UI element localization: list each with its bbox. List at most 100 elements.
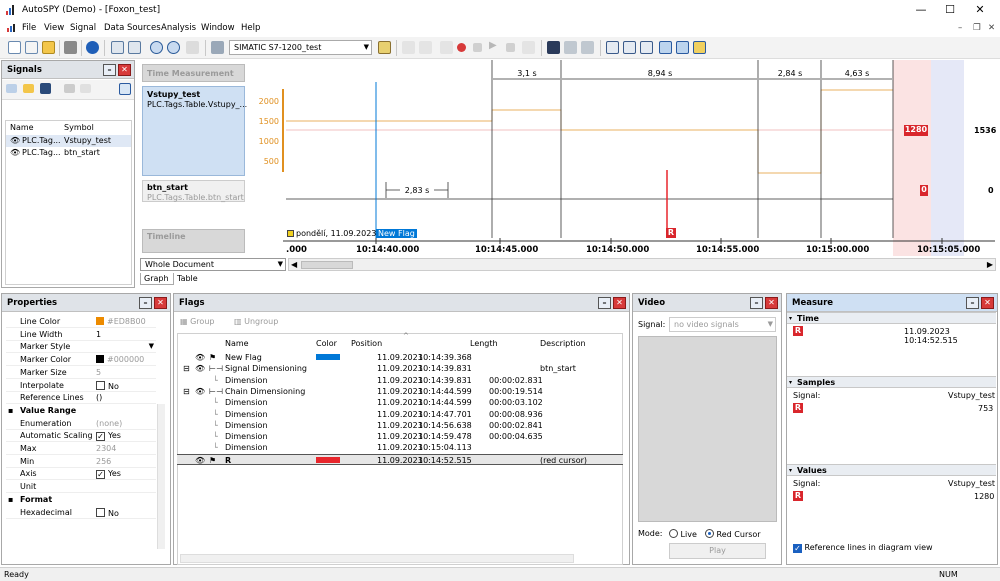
panel-close-button[interactable]: ✕: [613, 297, 626, 309]
play-button[interactable]: Play: [669, 543, 766, 559]
scope-select[interactable]: Whole Document ▼: [140, 258, 286, 271]
property-section[interactable]: ▪ Format: [6, 494, 156, 506]
property-row[interactable]: Marker Size 5: [6, 367, 156, 379]
flag-date: 11.09.2023: [377, 420, 423, 430]
property-value[interactable]: No: [96, 507, 119, 518]
property-row[interactable]: Automatic Scaling ✓ Yes: [6, 430, 156, 443]
property-row[interactable]: Min 256: [6, 456, 156, 468]
measure-panel-header: Measure – ✕: [787, 294, 997, 312]
chevron-down-icon[interactable]: ▼: [149, 342, 154, 350]
table-row[interactable]: └ Dimension 11.09.2023 10:14:39.831 00:00:02…: [177, 375, 623, 386]
property-value[interactable]: 2304: [96, 444, 116, 453]
property-value[interactable]: ✓ Yes: [96, 431, 121, 442]
flag-name: Dimension: [225, 398, 268, 408]
property-row[interactable]: Line Color #ED8B00: [6, 316, 156, 328]
properties-scrollbar[interactable]: [157, 404, 165, 549]
property-row[interactable]: Line Width 1: [6, 329, 156, 341]
property-row[interactable]: Marker Color #000000: [6, 354, 156, 367]
scrollbar-thumb[interactable]: [301, 261, 353, 269]
table-row[interactable]: └ Dimension 11.09.2023 10:14:56.638 00:00:02…: [177, 420, 623, 431]
collapse-icon[interactable]: ▪: [8, 406, 13, 415]
property-row[interactable]: Marker Style ▼: [6, 341, 156, 354]
property-row[interactable]: Interpolate No: [6, 380, 156, 392]
x-tick-label: 10:14:45.000: [475, 245, 539, 255]
eye-icon[interactable]: 👁: [195, 352, 205, 363]
property-value[interactable]: (none): [96, 419, 122, 428]
property-value[interactable]: 1: [96, 330, 101, 339]
property-value-text: No: [108, 508, 119, 518]
table-row[interactable]: ⊟ 👁 ⊢⊣ Signal Dimensioning 11.09.2023 10:14:3…: [177, 363, 623, 374]
measure-time-header[interactable]: ▾ Time: [787, 312, 996, 324]
mode-red-cursor-radio[interactable]: Red Cursor: [705, 529, 761, 539]
mode-red-label: Red Cursor: [716, 530, 761, 539]
scroll-right-icon[interactable]: ▶: [987, 260, 993, 269]
table-row[interactable]: └ Dimension 11.09.2023 10:14:44.599 00:00:03…: [177, 397, 623, 408]
collapse-icon[interactable]: ⊟: [183, 363, 190, 374]
flag-color-swatch: [316, 354, 340, 360]
property-section[interactable]: ▪ Value Range: [6, 405, 156, 417]
sort-ascending-icon: ^: [403, 332, 409, 340]
video-panel-header: Video – ✕: [633, 294, 781, 312]
property-value[interactable]: ✓ Yes: [96, 469, 121, 480]
dimension-icon: ⊢⊣: [209, 364, 223, 374]
eye-icon[interactable]: 👁: [195, 455, 205, 466]
panel-minimize-button[interactable]: –: [750, 297, 763, 309]
values-signal-label: Signal:: [793, 479, 821, 488]
video-signal-select[interactable]: no video signals ▼: [669, 317, 776, 332]
property-value[interactable]: (): [96, 393, 102, 402]
scroll-left-icon[interactable]: ◀: [291, 260, 297, 269]
property-row[interactable]: Axis ✓ Yes: [6, 468, 156, 481]
red-cursor-marker[interactable]: R: [666, 228, 676, 238]
panel-close-button[interactable]: ✕: [981, 297, 994, 309]
property-label: Max: [20, 444, 37, 453]
flags-scrollbar[interactable]: [180, 554, 574, 563]
table-row[interactable]: 👁 ⚑ New Flag 11.09.2023 10:14:39.368: [177, 352, 623, 363]
flag-date: 11.09.2023: [377, 353, 423, 362]
cursor-value-badge: 1280: [904, 125, 928, 136]
table-row[interactable]: └ Dimension 11.09.2023 10:15:04.113: [177, 442, 623, 453]
tab-graph[interactable]: Graph: [140, 273, 174, 285]
flag-time: 10:15:04.113: [418, 443, 472, 453]
panel-minimize-button[interactable]: –: [966, 297, 979, 309]
table-row[interactable]: └ Dimension 11.09.2023 10:14:59.478 00:00:04…: [177, 431, 623, 442]
property-row[interactable]: Hexadecimal No: [6, 507, 156, 519]
property-row[interactable]: Max 2304: [6, 443, 156, 455]
reference-lines-checkbox[interactable]: ✓ Reference lines in diagram view: [793, 543, 933, 553]
panel-close-button[interactable]: ✕: [154, 297, 167, 309]
panel-minimize-button[interactable]: –: [139, 297, 152, 309]
mode-live-radio[interactable]: Live: [669, 529, 697, 539]
property-label: Reference Lines: [20, 393, 84, 403]
date-label: pondělí, 11.09.2023: [296, 229, 377, 238]
tab-table[interactable]: Table: [174, 273, 206, 285]
property-row[interactable]: Reference Lines (): [6, 392, 156, 405]
collapse-icon: ▾: [789, 467, 793, 474]
property-value[interactable]: #ED8B00: [96, 317, 146, 326]
tree-line-icon: └: [213, 432, 218, 442]
status-bar: Ready NUM: [0, 567, 1000, 581]
panel-close-button[interactable]: ✕: [765, 297, 778, 309]
horizontal-scrollbar[interactable]: ◀ ▶: [288, 258, 996, 271]
eye-icon[interactable]: 👁: [195, 386, 205, 397]
property-value[interactable]: 5: [96, 368, 101, 377]
flags-col-position: Position: [351, 339, 383, 348]
property-row[interactable]: Unit: [6, 481, 156, 494]
table-row[interactable]: ⊟ 👁 ⊢⊣ Chain Dimensioning 11.09.2023 10:14:44…: [177, 386, 623, 397]
video-display: [638, 336, 777, 522]
new-flag-marker[interactable]: New Flag: [376, 229, 417, 238]
collapse-icon[interactable]: ⊟: [183, 386, 190, 397]
table-row[interactable]: └ Dimension 11.09.2023 10:14:47.701 00:00:08…: [177, 409, 623, 420]
x-tick-label: 10:15:05.000: [917, 245, 981, 255]
ungroup-button[interactable]: ▥ Ungroup: [234, 317, 278, 326]
property-row[interactable]: Enumeration (none): [6, 418, 156, 430]
property-value-text: Yes: [108, 431, 121, 441]
property-value[interactable]: 256: [96, 457, 111, 466]
property-value[interactable]: #000000: [96, 355, 144, 364]
measure-values-header[interactable]: ▾ Values: [787, 464, 996, 476]
table-row[interactable]: 👁 ⚑ R 11.09.2023 10:14:52.515 (red cursor): [177, 453, 623, 466]
panel-minimize-button[interactable]: –: [598, 297, 611, 309]
group-button[interactable]: ▦ Group: [180, 317, 214, 326]
collapse-icon[interactable]: ▪: [8, 495, 13, 504]
eye-icon[interactable]: 👁: [195, 363, 205, 374]
property-value[interactable]: No: [96, 380, 119, 391]
measure-samples-header[interactable]: ▾ Samples: [787, 376, 996, 388]
